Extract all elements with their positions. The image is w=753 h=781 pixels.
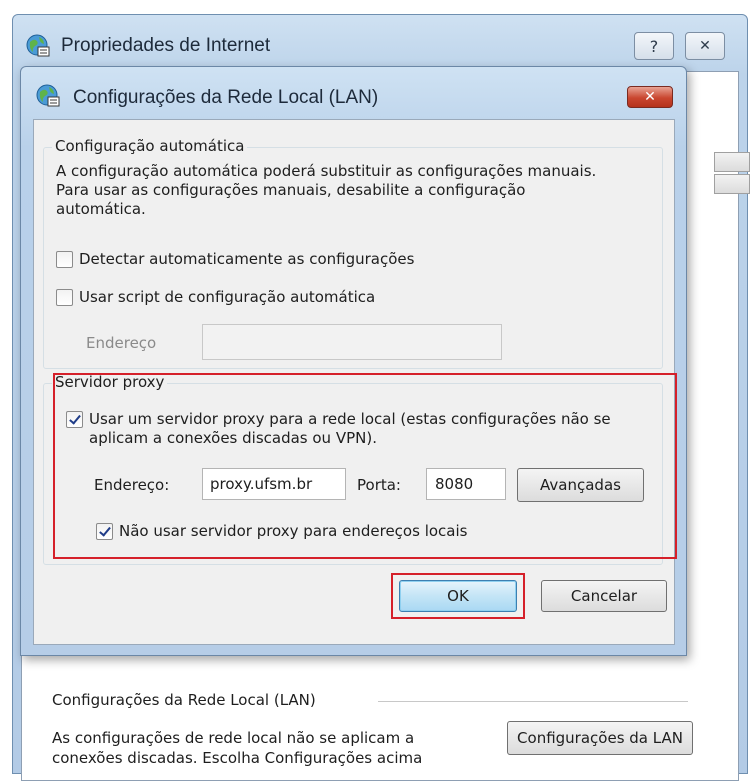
outer-title-bar[interactable]: Propriedades de Internet ? ✕	[13, 15, 747, 71]
proxy-address-input[interactable]: proxy.ufsm.br	[202, 468, 346, 500]
advanced-button[interactable]: Avançadas	[517, 468, 644, 502]
bypass-local-label[interactable]: Não usar servidor proxy para endereços l…	[119, 522, 467, 541]
tab-stub[interactable]	[714, 174, 750, 194]
bypass-local-option[interactable]: Não usar servidor proxy para endereços l…	[96, 522, 467, 541]
use-proxy-checkbox[interactable]	[66, 411, 83, 428]
auto-script-option[interactable]: Usar script de configuração automática	[56, 288, 375, 307]
proxy-server-group: Servidor proxy Usar um servidor proxy pa…	[43, 373, 663, 565]
lan-dialog-title: Configurações da Rede Local (LAN)	[73, 87, 379, 108]
auto-detect-checkbox[interactable]	[56, 251, 73, 268]
use-proxy-option[interactable]: Usar um servidor proxy para a rede local…	[66, 410, 651, 448]
lan-section-label: Configurações da Rede Local (LAN)	[52, 691, 316, 709]
proxy-server-legend: Servidor proxy	[52, 373, 168, 391]
globe-network-icon	[26, 34, 50, 57]
auto-config-group: Configuração automática A configuração a…	[43, 137, 663, 369]
bypass-local-checkbox[interactable]	[96, 523, 113, 540]
use-proxy-label[interactable]: Usar um servidor proxy para a rede local…	[89, 410, 651, 448]
auto-config-legend: Configuração automática	[52, 137, 248, 155]
lan-settings-dialog: Configurações da Rede Local (LAN) ✕ Conf…	[20, 66, 687, 656]
auto-detect-label[interactable]: Detectar automaticamente as configuraçõe…	[79, 250, 414, 269]
lan-dialog-title-bar[interactable]: Configurações da Rede Local (LAN) ✕	[21, 67, 686, 117]
ok-button[interactable]: OK	[399, 580, 517, 612]
proxy-address-label: Endereço:	[94, 476, 170, 494]
tab-stub[interactable]	[714, 152, 750, 172]
outer-window-title: Propriedades de Internet	[61, 35, 271, 56]
lan-settings-button[interactable]: Configurações da LAN	[507, 721, 693, 755]
auto-script-label[interactable]: Usar script de configuração automática	[79, 288, 375, 307]
auto-script-checkbox[interactable]	[56, 289, 73, 306]
help-button[interactable]: ?	[634, 32, 674, 60]
cancel-button[interactable]: Cancelar	[541, 580, 667, 612]
lan-section-description: As configurações de rede local não se ap…	[52, 729, 423, 767]
section-divider	[378, 701, 688, 702]
proxy-port-input[interactable]: 8080	[426, 468, 506, 500]
script-address-input[interactable]	[202, 324, 502, 360]
globe-network-icon	[36, 84, 60, 107]
lan-close-button[interactable]: ✕	[627, 86, 673, 108]
script-address-label: Endereço	[86, 334, 157, 352]
outer-close-button[interactable]: ✕	[685, 32, 725, 60]
auto-config-description: A configuração automática poderá substit…	[56, 162, 597, 218]
proxy-port-label: Porta:	[357, 476, 401, 494]
auto-detect-option[interactable]: Detectar automaticamente as configuraçõe…	[56, 250, 414, 269]
